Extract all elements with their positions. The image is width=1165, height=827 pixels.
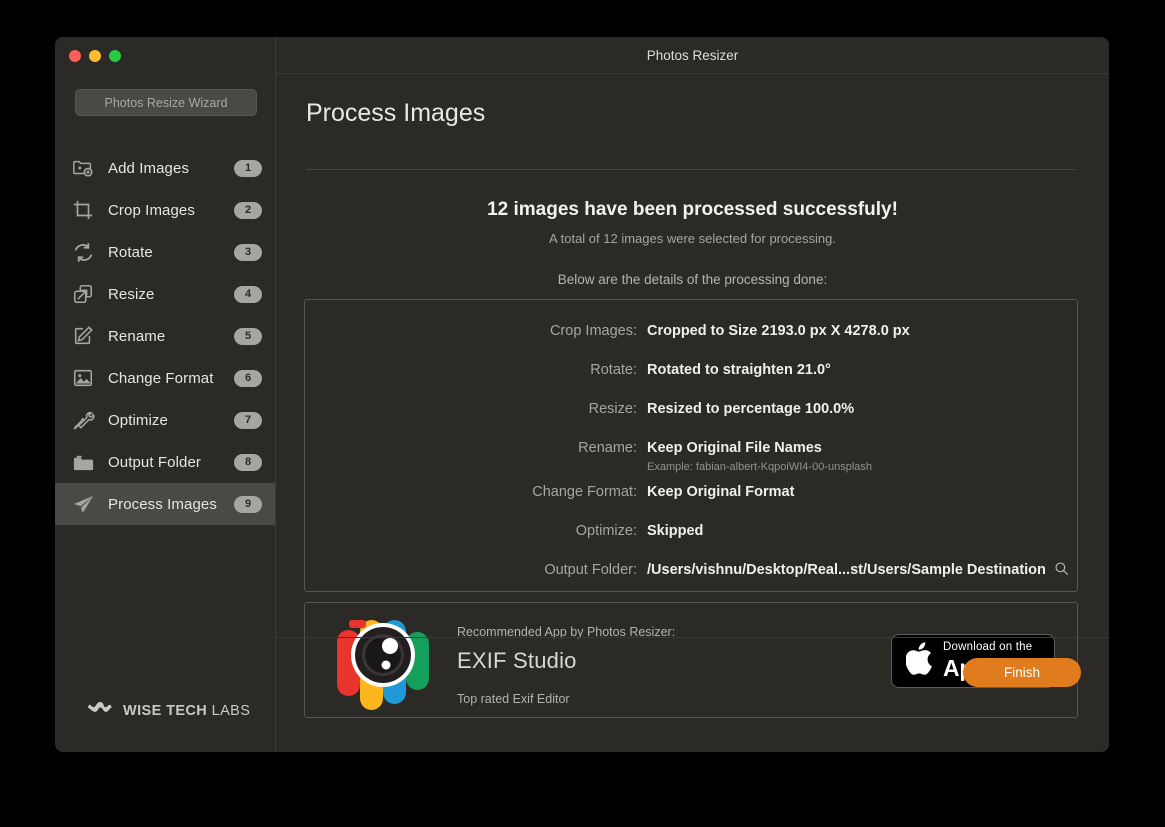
detail-value: Keep Original File Names (647, 440, 822, 456)
sidebar-item-badge: 1 (234, 159, 262, 177)
add-images-icon (70, 155, 96, 181)
sidebar-item-label: Change Format (108, 369, 214, 387)
detail-row-change-format: Change Format: Keep Original Format (305, 483, 1077, 502)
sidebar-item-add-images[interactable]: Add Images 1 (55, 147, 275, 189)
detail-label: Output Folder: (544, 562, 637, 578)
sidebar-item-badge: 5 (234, 327, 262, 345)
wise-tech-labs-logo-icon (87, 699, 114, 723)
sidebar-item-output-folder[interactable]: Output Folder 8 (55, 441, 275, 483)
sidebar-item-rename[interactable]: Rename 5 (55, 315, 275, 357)
crop-icon (70, 197, 96, 223)
title-divider (306, 169, 1076, 170)
resize-icon (70, 281, 96, 307)
sidebar-item-rotate[interactable]: Rotate 3 (55, 231, 275, 273)
search-icon[interactable] (1054, 561, 1069, 576)
sidebar-item-optimize[interactable]: Optimize 7 (55, 399, 275, 441)
sidebar-item-crop-images[interactable]: Crop Images 2 (55, 189, 275, 231)
sidebar: Photos Resize Wizard Add Images 1 Crop I… (55, 37, 276, 752)
sidebar-item-label: Crop Images (108, 201, 195, 219)
success-headline: 12 images have been processed successful… (487, 199, 898, 220)
detail-example: Example: fabian-albert-KqpoiWI4-00-unspl… (647, 461, 873, 473)
zoom-button[interactable] (109, 50, 121, 62)
detail-value: /Users/vishnu/Desktop/Real...st/Users/Sa… (647, 562, 1046, 578)
brand-text: WISE TECH LABS (123, 703, 250, 719)
page-title: Process Images (306, 99, 486, 127)
sidebar-item-label: Optimize (108, 411, 168, 429)
sidebar-item-label: Add Images (108, 159, 190, 177)
sidebar-item-badge: 6 (234, 369, 262, 387)
sidebar-item-process-images[interactable]: Process Images 9 (55, 483, 275, 525)
photos-resize-wizard-button[interactable]: Photos Resize Wizard (75, 89, 257, 116)
sidebar-item-badge: 4 (234, 285, 262, 303)
rename-icon (70, 323, 96, 349)
detail-row-rotate: Rotate: Rotated to straighten 21.0° (305, 361, 1077, 380)
detail-row-resize: Resize: Resized to percentage 100.0% (305, 400, 1077, 419)
window-title: Photos Resizer (646, 47, 739, 63)
close-button[interactable] (69, 50, 81, 62)
detail-value: Cropped to Size 2193.0 px X 4278.0 px (647, 323, 910, 339)
sidebar-item-label: Rotate (108, 243, 153, 261)
rotate-icon (70, 239, 96, 265)
finish-button[interactable]: Finish (963, 658, 1081, 687)
sidebar-item-badge: 3 (234, 243, 262, 261)
detail-value: Rotated to straighten 21.0° (647, 362, 831, 378)
processing-details-panel: Crop Images: Cropped to Size 2193.0 px X… (304, 299, 1078, 592)
sidebar-item-label: Resize (108, 285, 155, 303)
folder-icon (70, 449, 96, 475)
detail-label: Crop Images: (549, 323, 637, 339)
title-bar: Photos Resizer (276, 37, 1109, 74)
sidebar-item-resize[interactable]: Resize 4 (55, 273, 275, 315)
paper-plane-icon (70, 491, 96, 517)
detail-value: Resized to percentage 100.0% (647, 401, 855, 417)
detail-row-rename: Rename: Keep Original File Names Example… (305, 439, 1077, 474)
sidebar-item-change-format[interactable]: Change Format 6 (55, 357, 275, 399)
sidebar-item-label: Rename (108, 327, 166, 345)
sidebar-item-badge: 7 (234, 411, 262, 429)
detail-label: Optimize: (575, 523, 637, 539)
content-area: Process Images 12 images have been proce… (276, 74, 1109, 718)
detail-label: Change Format: (532, 484, 637, 500)
detail-label: Rename: (578, 440, 637, 456)
detail-label: Rotate: (590, 362, 637, 378)
brand-light: LABS (211, 703, 251, 719)
wise-tech-labs-brand: WISE TECH LABS (87, 699, 250, 723)
details-intro: Below are the details of the processing … (557, 272, 828, 287)
detail-row-output-folder: Output Folder: /Users/vishnu/Desktop/Rea… (305, 561, 1077, 580)
wizard-button-label: Photos Resize Wizard (104, 95, 228, 110)
traffic-lights (69, 50, 121, 62)
footer-bar: Finish (276, 637, 1109, 713)
brand-bold: WISE TECH (123, 703, 208, 719)
sidebar-item-label: Output Folder (108, 453, 202, 471)
detail-row-optimize: Optimize: Skipped (305, 522, 1077, 541)
sidebar-item-badge: 2 (234, 201, 262, 219)
image-icon (70, 365, 96, 391)
detail-row-crop-images: Crop Images: Cropped to Size 2193.0 px X… (305, 322, 1077, 341)
detail-label: Resize: (588, 401, 637, 417)
sidebar-item-badge: 9 (234, 495, 262, 513)
success-subline: A total of 12 images were selected for p… (549, 231, 836, 246)
sidebar-item-label: Process Images (108, 495, 217, 513)
sidebar-nav: Add Images 1 Crop Images 2 Rotate 3 Resi… (55, 147, 275, 525)
tools-icon (70, 407, 96, 433)
detail-value: Skipped (647, 523, 704, 539)
minimize-button[interactable] (89, 50, 101, 62)
app-window: Photos Resize Wizard Add Images 1 Crop I… (55, 37, 1109, 752)
sidebar-item-badge: 8 (234, 453, 262, 471)
detail-value: Keep Original Format (647, 484, 795, 500)
main-area: Photos Resizer Process Images 12 images … (276, 37, 1109, 752)
